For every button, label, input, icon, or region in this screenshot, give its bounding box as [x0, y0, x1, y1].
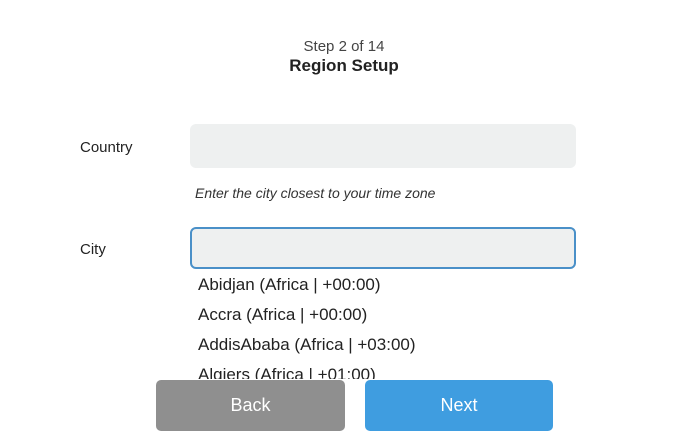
- page-header: Step 2 of 14 Region Setup: [0, 38, 688, 76]
- country-label: Country: [80, 139, 133, 156]
- next-button[interactable]: Next: [365, 380, 553, 431]
- page-title: Region Setup: [289, 56, 399, 75]
- city-option[interactable]: Abidjan (Africa | +00:00): [190, 270, 568, 300]
- city-label: City: [80, 241, 106, 258]
- country-input[interactable]: [190, 124, 576, 168]
- city-option[interactable]: AddisAbaba (Africa | +03:00): [190, 330, 568, 360]
- city-input[interactable]: [190, 227, 576, 269]
- step-indicator: Step 2 of 14: [303, 38, 385, 55]
- city-option[interactable]: Algiers (Africa | +01:00): [190, 360, 568, 379]
- region-setup-page: Step 2 of 14 Region Setup Country Enter …: [0, 0, 688, 441]
- city-option[interactable]: Accra (Africa | +00:00): [190, 300, 568, 330]
- city-hint: Enter the city closest to your time zone: [195, 185, 436, 201]
- back-button[interactable]: Back: [156, 380, 345, 431]
- city-dropdown[interactable]: Abidjan (Africa | +00:00) Accra (Africa …: [190, 270, 568, 379]
